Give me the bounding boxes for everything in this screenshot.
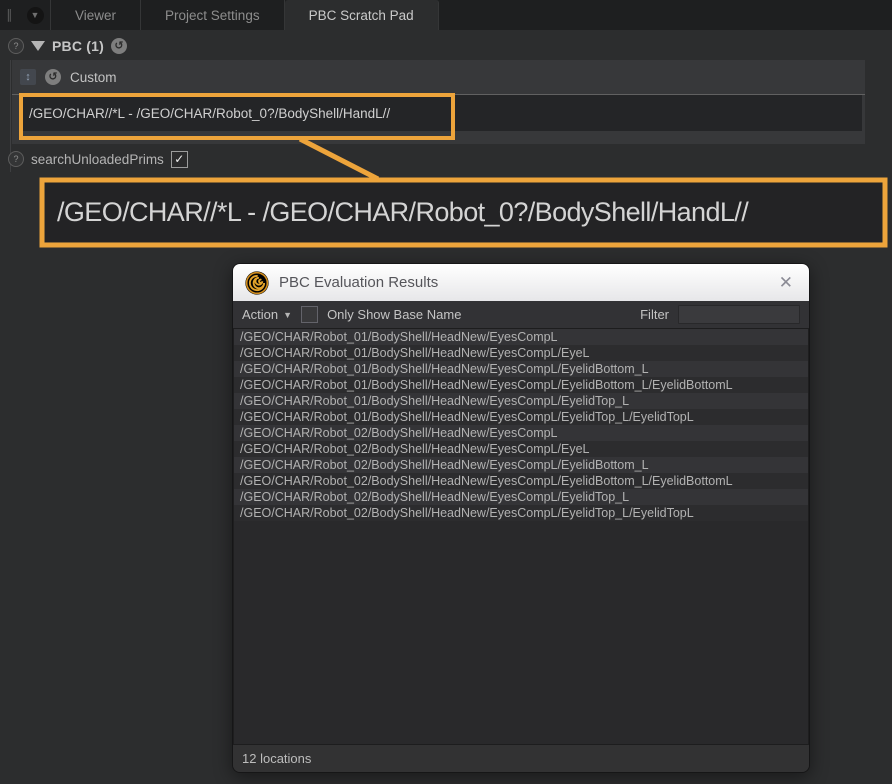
custom-pattern-row: ↕ ↺ Custom [12, 60, 865, 95]
pbc-parameter-panel: ↕ ↺ Custom /GEO/CHAR//*L - /GEO/CHAR/Rob… [12, 60, 865, 144]
only-show-base-name-checkbox[interactable] [301, 306, 318, 323]
pattern-input[interactable]: /GEO/CHAR//*L - /GEO/CHAR/Robot_0?/BodyS… [22, 95, 862, 131]
pbc-scratch-pad-panel: ∥ ▼ Viewer Project Settings PBC Scratch … [0, 0, 892, 784]
list-item[interactable]: /GEO/CHAR/Robot_01/BodyShell/HeadNew/Eye… [234, 345, 808, 361]
filter-input[interactable] [678, 305, 800, 324]
dialog-status-bar: 12 locations [233, 744, 809, 772]
list-item[interactable]: /GEO/CHAR/Robot_02/BodyShell/HeadNew/Eye… [234, 473, 808, 489]
houdini-logo-icon [245, 271, 269, 295]
pbc-section-title: PBC (1) [52, 38, 104, 54]
pane-menu-button[interactable]: ▼ [20, 0, 51, 30]
list-item[interactable]: /GEO/CHAR/Robot_02/BodyShell/HeadNew/Eye… [234, 457, 808, 473]
collapse-triangle-icon[interactable] [31, 41, 45, 51]
filter-label: Filter [640, 307, 669, 322]
list-item[interactable]: /GEO/CHAR/Robot_01/BodyShell/HeadNew/Eye… [234, 361, 808, 377]
row-revert-icon[interactable]: ↺ [45, 69, 61, 85]
chevron-down-icon: ▼ [283, 310, 292, 320]
reorder-icon[interactable]: ↕ [20, 69, 36, 85]
scratch-pad-text-zoom[interactable]: /GEO/CHAR//*L - /GEO/CHAR/Robot_0?/BodyS… [45, 182, 884, 242]
list-item[interactable]: /GEO/CHAR/Robot_02/BodyShell/HeadNew/Eye… [234, 441, 808, 457]
action-menu-label: Action [242, 307, 278, 322]
locations-count: 12 locations [242, 751, 311, 766]
list-item[interactable]: /GEO/CHAR/Robot_02/BodyShell/HeadNew/Eye… [234, 505, 808, 521]
dialog-toolbar: Action ▼ Only Show Base Name Filter [233, 301, 809, 329]
dialog-titlebar[interactable]: PBC Evaluation Results ✕ [233, 264, 809, 301]
list-item[interactable]: /GEO/CHAR/Robot_01/BodyShell/HeadNew/Eye… [234, 409, 808, 425]
annotation-connector-line [300, 139, 378, 179]
only-show-base-name-label: Only Show Base Name [327, 307, 461, 322]
tab-project-settings[interactable]: Project Settings [141, 0, 285, 30]
tab-pbc-scratch-pad[interactable]: PBC Scratch Pad [285, 0, 439, 30]
pbc-header: ? PBC (1) ↺ [8, 34, 127, 58]
search-unloaded-prims-checkbox[interactable]: ✓ [171, 151, 188, 168]
list-item[interactable]: /GEO/CHAR/Robot_01/BodyShell/HeadNew/Eye… [234, 329, 808, 345]
pbc-evaluation-results-dialog: PBC Evaluation Results ✕ Action ▼ Only S… [232, 263, 810, 773]
list-item[interactable]: /GEO/CHAR/Robot_02/BodyShell/HeadNew/Eye… [234, 489, 808, 505]
tab-viewer[interactable]: Viewer [51, 0, 141, 30]
search-unloaded-prims-row: ? searchUnloadedPrims ✓ [8, 148, 188, 170]
help-icon[interactable]: ? [8, 38, 24, 54]
results-list[interactable]: /GEO/CHAR/Robot_01/BodyShell/HeadNew/Eye… [233, 329, 809, 744]
pane-tab-bar: ∥ ▼ Viewer Project Settings PBC Scratch … [0, 0, 892, 30]
help-icon[interactable]: ? [8, 151, 24, 167]
revert-icon[interactable]: ↺ [111, 38, 127, 54]
pane-menu-triangle-icon: ▼ [27, 7, 44, 24]
list-item[interactable]: /GEO/CHAR/Robot_02/BodyShell/HeadNew/Eye… [234, 425, 808, 441]
list-item[interactable]: /GEO/CHAR/Robot_01/BodyShell/HeadNew/Eye… [234, 377, 808, 393]
list-item[interactable]: /GEO/CHAR/Robot_01/BodyShell/HeadNew/Eye… [234, 393, 808, 409]
close-icon[interactable]: ✕ [775, 272, 797, 293]
action-menu-button[interactable]: Action ▼ [242, 307, 292, 322]
custom-row-label: Custom [70, 70, 117, 85]
search-unloaded-prims-label: searchUnloadedPrims [31, 152, 164, 167]
pane-drag-handle[interactable]: ∥ [0, 0, 20, 30]
dialog-title: PBC Evaluation Results [279, 274, 765, 291]
